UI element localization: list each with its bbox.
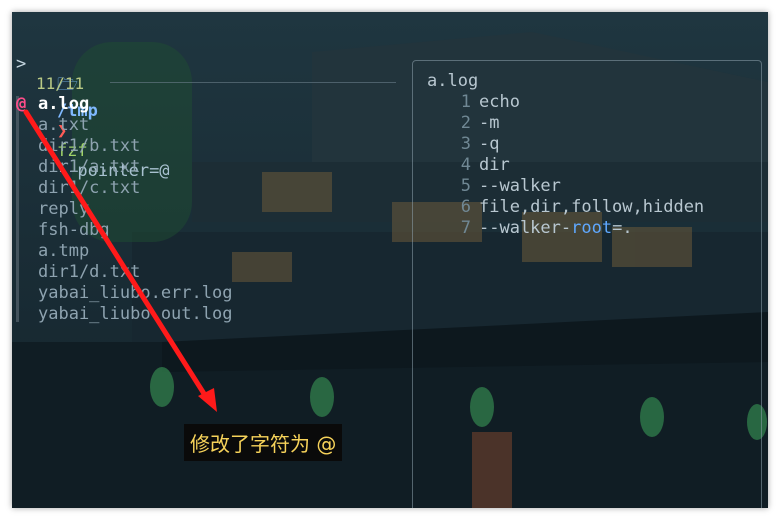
annotation-arrow (23, 109, 217, 412)
terminal-window: 🗁 /tmp ❯ fzf --pointer=@ > 11/11 @ a.log… (12, 12, 768, 508)
annotation-caption: 修改了字符为 @ (184, 424, 343, 461)
